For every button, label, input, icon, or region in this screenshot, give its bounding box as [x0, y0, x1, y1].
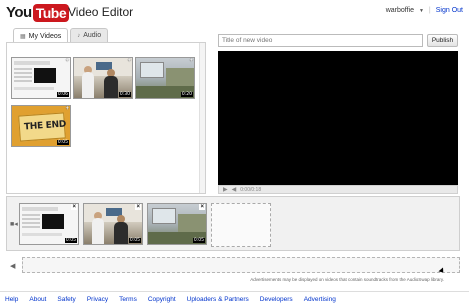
tab-label: My Videos [28, 32, 62, 40]
remove-clip-icon[interactable]: × [199, 204, 205, 210]
thumb-art [140, 62, 164, 78]
add-clip-icon[interactable]: + [189, 58, 193, 64]
thumb-art [82, 72, 94, 98]
add-clip-icon[interactable]: + [127, 58, 131, 64]
username-menu[interactable]: warboffie [386, 7, 414, 14]
library-clip[interactable]: + 0:06 [11, 57, 71, 99]
library-scrollbar[interactable] [199, 43, 205, 193]
page-title: Video Editor [68, 5, 134, 19]
clip-duration: 0:20 [180, 92, 193, 97]
player-time: 0:00/0:18 [240, 186, 262, 193]
clip-duration: 0:30 [118, 92, 131, 97]
add-clip-icon[interactable]: + [65, 106, 69, 112]
divider: | [428, 7, 431, 14]
video-title-input[interactable] [218, 34, 423, 47]
footer: Help About Safety Privacy Terms Copyrigh… [0, 291, 469, 307]
youtube-logo[interactable]: You Tube [6, 3, 70, 22]
thumb-art [22, 214, 40, 216]
thumb-art [22, 207, 58, 211]
footer-link-developers[interactable]: Developers [260, 296, 293, 303]
clip-duration: 0:05 [64, 238, 77, 243]
player-controls: ▶ ◀ 0:00/0:18 [218, 185, 458, 194]
user-area: warboffie ▼ | Sign Out [386, 7, 463, 14]
video-preview-player[interactable] [218, 51, 458, 185]
preview-header: Publish [218, 34, 458, 48]
thumb-art [14, 87, 54, 90]
clip-duration: 0:05 [56, 140, 69, 145]
thumb-art [178, 214, 206, 234]
timeline-clip[interactable]: × 0:05 [83, 203, 143, 245]
play-icon[interactable]: ▶ [223, 186, 228, 193]
header: You Tube Video Editor warboffie ▼ | Sign… [0, 0, 469, 24]
video-track-icon: ■◂ [10, 221, 18, 228]
clip-duration: 0:05 [192, 238, 205, 243]
library-clip[interactable]: + 0:20 [135, 57, 195, 99]
library-clip[interactable]: + 0:30 [73, 57, 133, 99]
clip-duration: 0:05 [128, 238, 141, 243]
library-tabs: ▦ My Videos ♪ Audio [13, 28, 109, 43]
thumb-art [104, 76, 118, 98]
remove-clip-icon[interactable]: × [71, 204, 77, 210]
video-track: × 0:05 × 0:05 × 0:05 [19, 202, 460, 248]
footer-link-privacy[interactable]: Privacy [87, 296, 108, 303]
thumb-art [114, 222, 128, 244]
thumb-art [34, 68, 56, 83]
tab-label: Audio [83, 32, 102, 39]
logo-you-text: You [6, 4, 32, 21]
film-icon: ▦ [20, 33, 26, 40]
music-icon: ♪ [77, 32, 81, 39]
chevron-down-icon[interactable]: ▼ [419, 8, 424, 14]
thumb-art [14, 68, 32, 70]
footer-link-copyright[interactable]: Copyright [148, 296, 176, 303]
sign-out-link[interactable]: Sign Out [436, 7, 463, 14]
empty-clip-slot[interactable] [211, 203, 271, 247]
thumb-art [22, 233, 62, 236]
add-clip-icon[interactable]: + [65, 58, 69, 64]
volume-icon[interactable]: ◀ [232, 186, 237, 193]
footer-link-advertising[interactable]: Advertising [304, 296, 336, 303]
audio-track[interactable] [22, 257, 460, 273]
thumb-art [14, 61, 50, 65]
remove-clip-icon[interactable]: × [135, 204, 141, 210]
footer-link-terms[interactable]: Terms [119, 296, 137, 303]
timeline-clip[interactable]: × 0:05 [147, 203, 207, 245]
footer-link-help[interactable]: Help [5, 296, 18, 303]
thumb-art [152, 208, 176, 224]
tab-my-videos[interactable]: ▦ My Videos [13, 28, 69, 43]
footer-link-safety[interactable]: Safety [57, 296, 75, 303]
footer-link-about[interactable]: About [29, 296, 46, 303]
video-library: + 0:06 + 0:30 + 0:20 THE END + 0:05 [6, 42, 206, 194]
timeline-clip[interactable]: × 0:05 [19, 203, 79, 245]
thumb-art [42, 214, 64, 229]
audio-track-icon: ◀ [10, 263, 16, 270]
library-clip[interactable]: THE END + 0:05 [11, 105, 71, 147]
thumb-art [166, 68, 194, 88]
ad-disclaimer: Advertisements may be displayed on video… [250, 277, 444, 282]
tab-audio[interactable]: ♪ Audio [70, 28, 109, 42]
publish-button[interactable]: Publish [427, 34, 458, 47]
clip-duration: 0:06 [56, 92, 69, 97]
footer-link-uploaders[interactable]: Uploaders & Partners [187, 296, 249, 303]
logo-tube-text: Tube [32, 3, 70, 22]
thumb-art [92, 218, 104, 244]
